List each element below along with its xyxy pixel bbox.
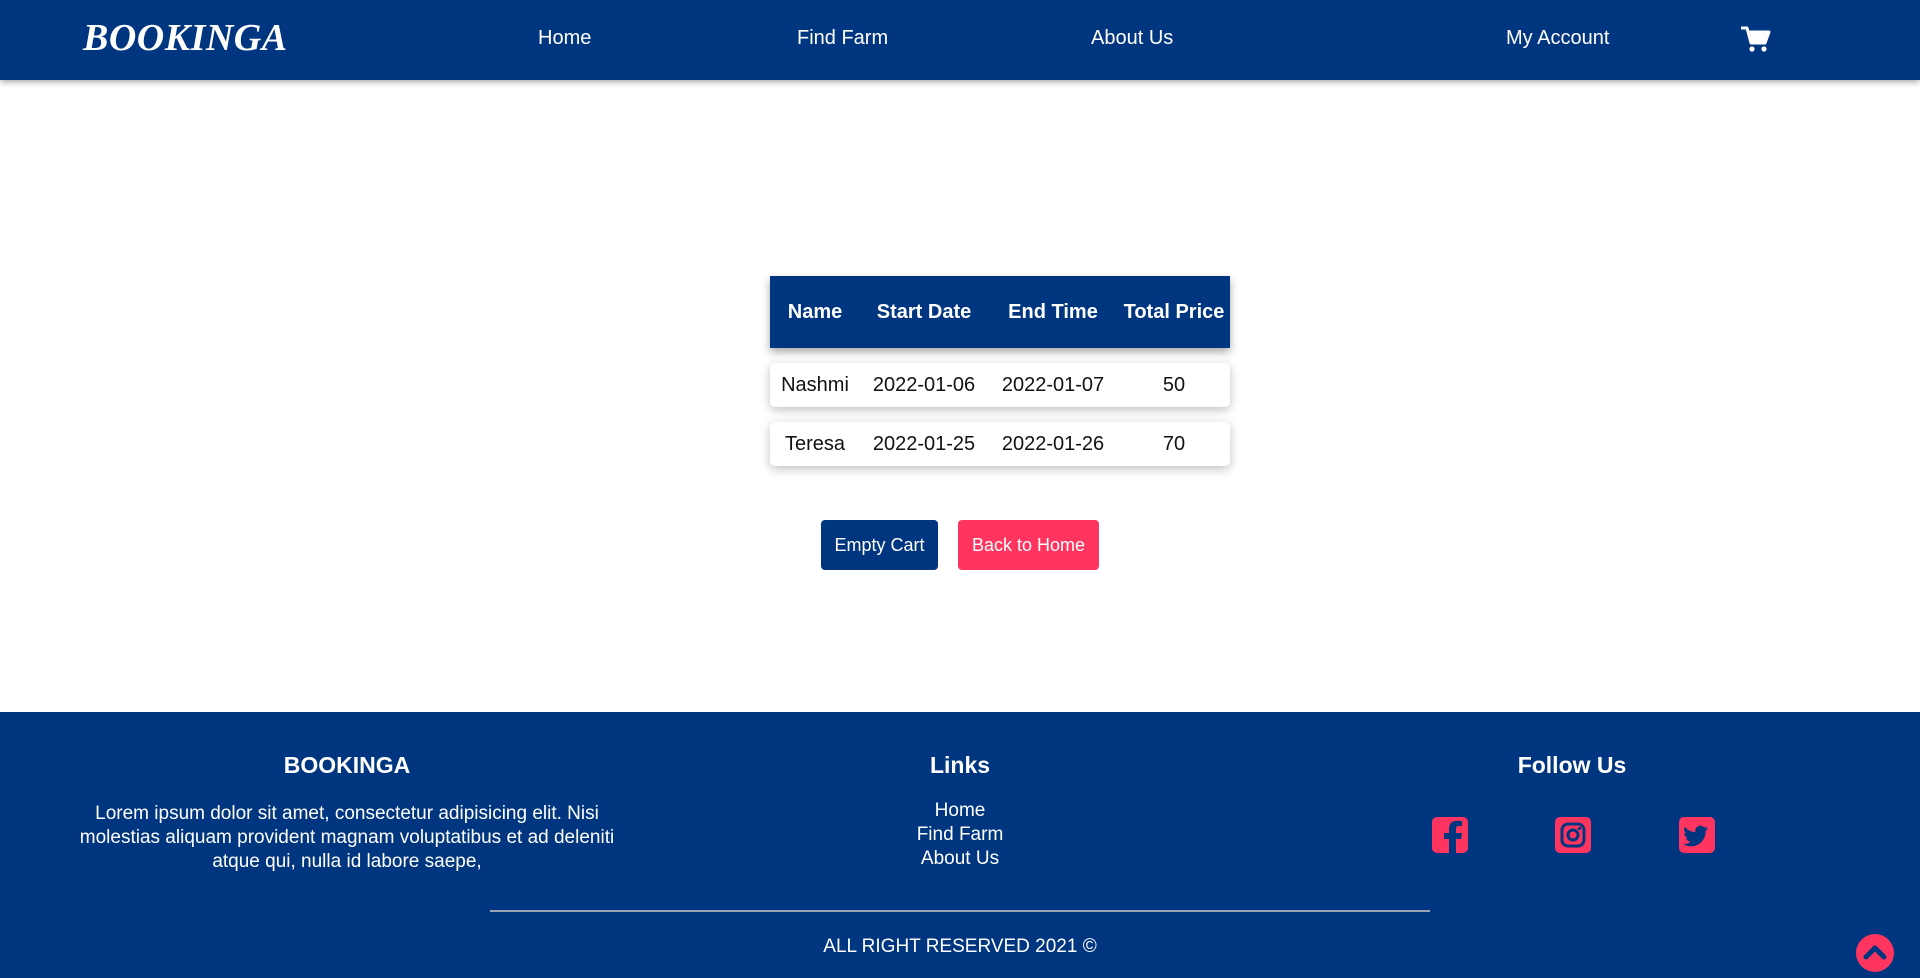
back-to-home-button[interactable]: Back to Home	[958, 520, 1099, 570]
table-header: Name Start Date End Time Total Price	[770, 276, 1230, 348]
nav-my-account[interactable]: My Account	[1506, 27, 1609, 50]
footer-about-text: Lorem ipsum dolor sit amet, consectetur …	[79, 803, 615, 872]
chevron-up-icon[interactable]	[1855, 933, 1895, 973]
footer-brand-title: BOOKINGA	[283, 752, 411, 778]
copyright-text: ALL RIGHT RESERVED 2021 ©	[823, 936, 1097, 957]
cell-end-time: 2022-01-26	[1001, 432, 1105, 455]
footer-divider	[490, 910, 1430, 912]
footer-link-about[interactable]: About Us	[860, 848, 1060, 870]
cell-end-time: 2022-01-07	[1001, 373, 1105, 396]
header-end-time: End Time	[1008, 300, 1098, 323]
nav-find-farm[interactable]: Find Farm	[797, 27, 888, 50]
brand-logo[interactable]: BOOKINGA	[83, 16, 288, 60]
facebook-icon[interactable]	[1432, 817, 1468, 853]
footer-follow-title: Follow Us	[1517, 752, 1627, 778]
cell-total-price: 50	[1162, 373, 1186, 396]
cart-table: Name Start Date End Time Total Price Nas…	[770, 276, 1230, 466]
header-start-date: Start Date	[876, 300, 972, 323]
header-total-price: Total Price	[1123, 300, 1225, 323]
nav-home[interactable]: Home	[538, 27, 591, 50]
footer-links-title: Links	[929, 752, 991, 778]
footer-link-home[interactable]: Home	[860, 800, 1060, 822]
cell-name: Teresa	[784, 432, 846, 455]
table-row: Nashmi 2022-01-06 2022-01-07 50	[770, 363, 1230, 407]
footer-link-find-farm[interactable]: Find Farm	[860, 824, 1060, 846]
empty-cart-button[interactable]: Empty Cart	[821, 520, 938, 570]
footer: BOOKINGA Lorem ipsum dolor sit amet, con…	[0, 712, 1920, 978]
main-content: Name Start Date End Time Total Price Nas…	[0, 80, 1920, 712]
instagram-icon[interactable]	[1555, 817, 1591, 853]
navbar: BOOKINGA Home Find Farm About Us My Acco…	[0, 0, 1920, 80]
cart-icon[interactable]	[1740, 26, 1771, 59]
cell-name: Nashmi	[781, 373, 849, 396]
twitter-icon[interactable]	[1679, 817, 1715, 853]
cell-start-date: 2022-01-25	[872, 432, 976, 455]
nav-about[interactable]: About Us	[1091, 27, 1173, 50]
cell-start-date: 2022-01-06	[872, 373, 976, 396]
header-name: Name	[787, 300, 843, 323]
table-row: Teresa 2022-01-25 2022-01-26 70	[770, 422, 1230, 466]
cell-total-price: 70	[1162, 432, 1186, 455]
